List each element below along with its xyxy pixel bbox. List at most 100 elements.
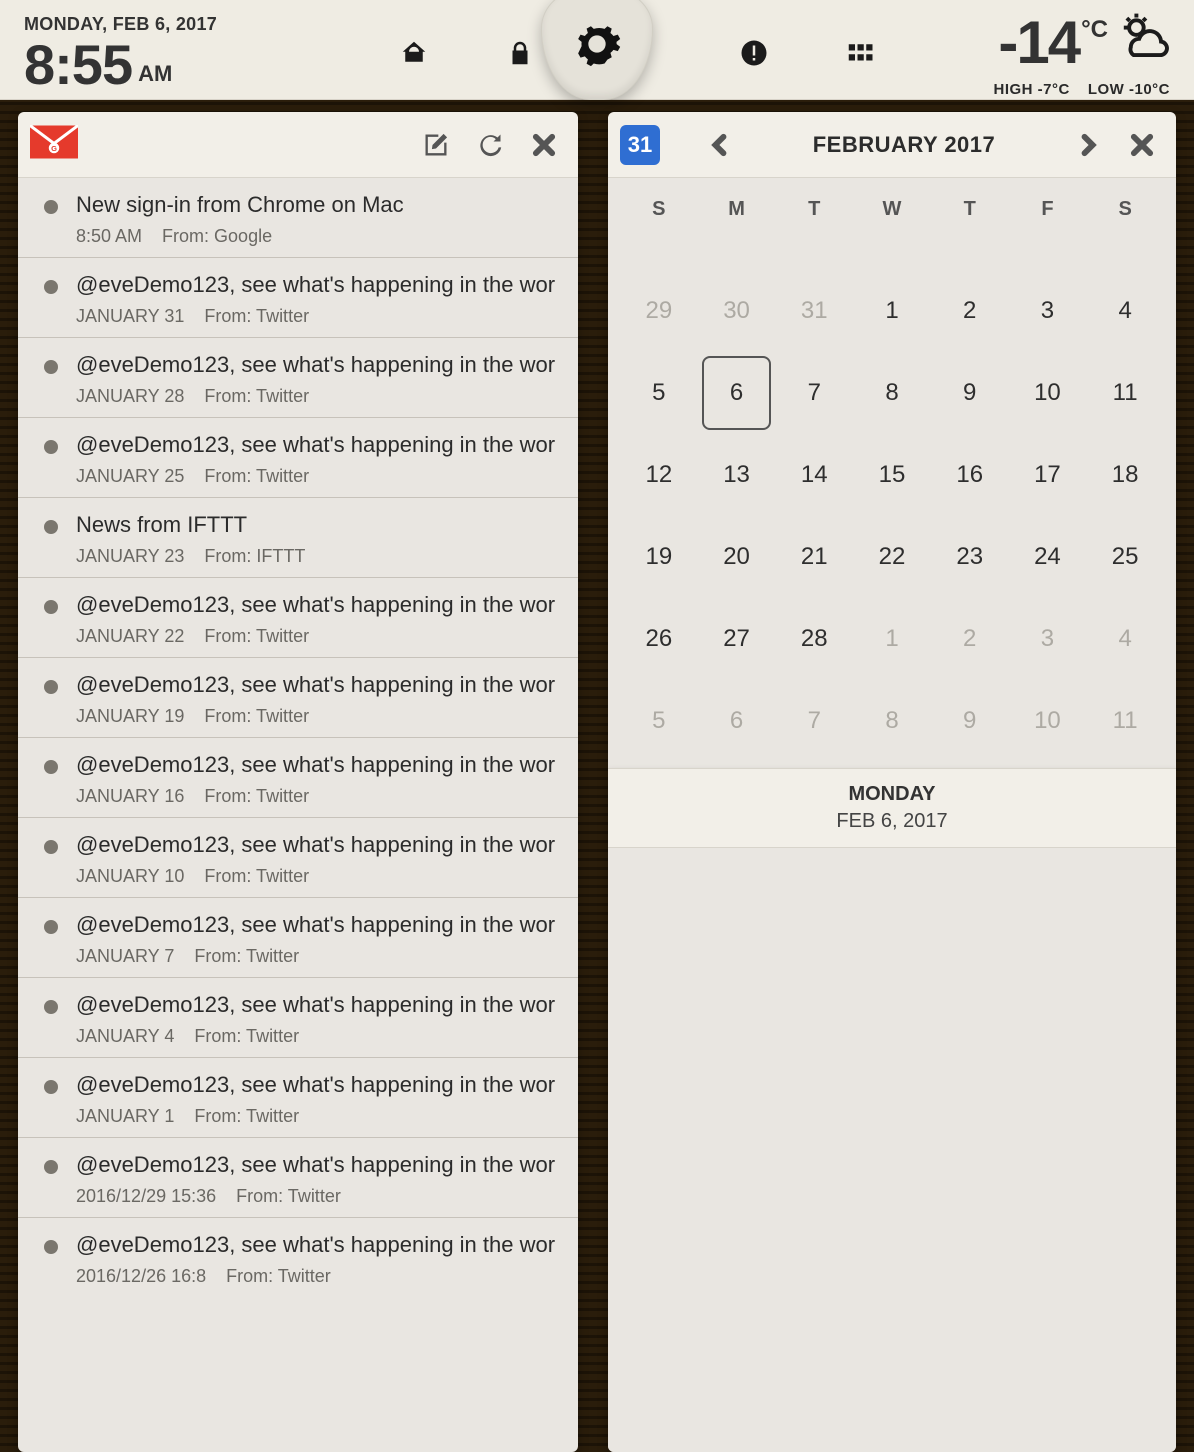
calendar-grid[interactable]: SMTWTFS293031123456789101112131415161718…: [608, 178, 1176, 768]
close-icon[interactable]: [522, 123, 566, 167]
calendar-day[interactable]: 23: [935, 520, 1005, 594]
calendar-day[interactable]: 5: [624, 356, 694, 430]
mail-item[interactable]: @eveDemo123, see what's happening in the…: [18, 657, 578, 737]
mail-item[interactable]: @eveDemo123, see what's happening in the…: [18, 1057, 578, 1137]
calendar-day[interactable]: 16: [935, 438, 1005, 512]
settings-shield[interactable]: [537, 0, 657, 116]
mail-subject: News from IFTTT: [76, 512, 564, 538]
date-label: MONDAY, FEB 6, 2017: [24, 15, 217, 33]
calendar-day[interactable]: 29: [624, 274, 694, 348]
mail-item[interactable]: News from IFTTTJANUARY 23From: IFTTT: [18, 497, 578, 577]
calendar-day[interactable]: 31: [779, 274, 849, 348]
calendar-day[interactable]: 3: [1013, 602, 1083, 676]
calendar-day[interactable]: 11: [1090, 684, 1160, 758]
svg-text:G: G: [51, 144, 57, 153]
home-icon[interactable]: [397, 36, 431, 70]
calendar-day[interactable]: 2: [935, 274, 1005, 348]
mail-subject: @eveDemo123, see what's happening in the…: [76, 1232, 564, 1258]
calendar-widget: 31 FEBRUARY 2017 SMTWTFS2930311234567891…: [608, 112, 1176, 1452]
calendar-day[interactable]: 24: [1013, 520, 1083, 594]
calendar-day[interactable]: 12: [624, 438, 694, 512]
close-icon[interactable]: [1120, 123, 1164, 167]
mail-icon[interactable]: G: [30, 125, 78, 164]
mail-item[interactable]: @eveDemo123, see what's happening in the…: [18, 977, 578, 1057]
mail-item[interactable]: @eveDemo123, see what's happening in the…: [18, 417, 578, 497]
calendar-day[interactable]: 10: [1013, 356, 1083, 430]
mail-item[interactable]: @eveDemo123, see what's happening in the…: [18, 257, 578, 337]
chevron-left-icon[interactable]: [698, 123, 742, 167]
high-label: HIGH -7°C: [993, 81, 1069, 98]
calendar-day[interactable]: 4: [1090, 274, 1160, 348]
apps-icon[interactable]: [843, 36, 877, 70]
calendar-day[interactable]: 8: [857, 684, 927, 758]
calendar-day[interactable]: 6: [702, 684, 772, 758]
mail-widget: G New sign-in from Chrome on Mac8:50 AMF…: [18, 112, 578, 1452]
mail-date: JANUARY 1: [76, 1106, 174, 1127]
mail-from: From: Twitter: [236, 1186, 341, 1207]
mail-subject: @eveDemo123, see what's happening in the…: [76, 1072, 564, 1098]
calendar-day[interactable]: 2: [935, 602, 1005, 676]
mail-date: JANUARY 28: [76, 386, 184, 407]
compose-icon[interactable]: [414, 123, 458, 167]
low-label: LOW -10°C: [1088, 81, 1170, 98]
calendar-day[interactable]: 15: [857, 438, 927, 512]
calendar-day[interactable]: 10: [1013, 684, 1083, 758]
calendar-day[interactable]: 3: [1013, 274, 1083, 348]
calendar-day[interactable]: 9: [935, 684, 1005, 758]
calendar-icon[interactable]: 31: [620, 125, 660, 165]
mail-date: JANUARY 25: [76, 466, 184, 487]
calendar-day[interactable]: 21: [779, 520, 849, 594]
calendar-day-today[interactable]: 6: [702, 356, 772, 430]
calendar-day[interactable]: 17: [1013, 438, 1083, 512]
mail-item[interactable]: @eveDemo123, see what's happening in the…: [18, 817, 578, 897]
mail-from: From: Twitter: [204, 786, 309, 807]
mail-item[interactable]: @eveDemo123, see what's happening in the…: [18, 577, 578, 657]
mail-item[interactable]: @eveDemo123, see what's happening in the…: [18, 737, 578, 817]
selected-dayname: MONDAY: [848, 783, 935, 806]
calendar-day[interactable]: 26: [624, 602, 694, 676]
calendar-day[interactable]: 1: [857, 602, 927, 676]
alert-icon[interactable]: [737, 36, 771, 70]
unread-dot-icon: [44, 760, 58, 774]
mail-subject: @eveDemo123, see what's happening in the…: [76, 592, 564, 618]
selected-date: FEB 6, 2017: [836, 810, 947, 833]
calendar-day[interactable]: 13: [702, 438, 772, 512]
calendar-day[interactable]: 14: [779, 438, 849, 512]
weekday-label: F: [1009, 188, 1087, 230]
mail-from: From: IFTTT: [204, 546, 305, 567]
calendar-day[interactable]: 20: [702, 520, 772, 594]
calendar-day[interactable]: 7: [779, 356, 849, 430]
mail-date: JANUARY 16: [76, 786, 184, 807]
calendar-day[interactable]: 4: [1090, 602, 1160, 676]
calendar-day[interactable]: 7: [779, 684, 849, 758]
mail-from: From: Twitter: [204, 866, 309, 887]
mail-item[interactable]: New sign-in from Chrome on Mac8:50 AMFro…: [18, 178, 578, 257]
calendar-day[interactable]: 11: [1090, 356, 1160, 430]
gear-icon[interactable]: [541, 0, 653, 100]
calendar-day[interactable]: 25: [1090, 520, 1160, 594]
lock-icon[interactable]: [503, 36, 537, 70]
chevron-right-icon[interactable]: [1066, 123, 1110, 167]
mail-item[interactable]: @eveDemo123, see what's happening in the…: [18, 897, 578, 977]
mail-list[interactable]: New sign-in from Chrome on Mac8:50 AMFro…: [18, 178, 578, 1452]
calendar-day[interactable]: 30: [702, 274, 772, 348]
mail-item[interactable]: @eveDemo123, see what's happening in the…: [18, 337, 578, 417]
calendar-day[interactable]: 8: [857, 356, 927, 430]
weather[interactable]: -14 °C HIGH -7°C LOW -10°C: [993, 8, 1170, 98]
mail-subject: @eveDemo123, see what's happening in the…: [76, 272, 564, 298]
calendar-day[interactable]: 22: [857, 520, 927, 594]
mail-from: From: Twitter: [204, 386, 309, 407]
calendar-day[interactable]: 5: [624, 684, 694, 758]
calendar-day[interactable]: 18: [1090, 438, 1160, 512]
mail-item[interactable]: @eveDemo123, see what's happening in the…: [18, 1217, 578, 1297]
calendar-day[interactable]: 28: [779, 602, 849, 676]
calendar-day[interactable]: 19: [624, 520, 694, 594]
calendar-day[interactable]: 9: [935, 356, 1005, 430]
calendar-day[interactable]: 27: [702, 602, 772, 676]
calendar-title: FEBRUARY 2017: [813, 132, 996, 158]
unread-dot-icon: [44, 1160, 58, 1174]
calendar-day[interactable]: 1: [857, 274, 927, 348]
refresh-icon[interactable]: [468, 123, 512, 167]
mail-item[interactable]: @eveDemo123, see what's happening in the…: [18, 1137, 578, 1217]
unread-dot-icon: [44, 1080, 58, 1094]
